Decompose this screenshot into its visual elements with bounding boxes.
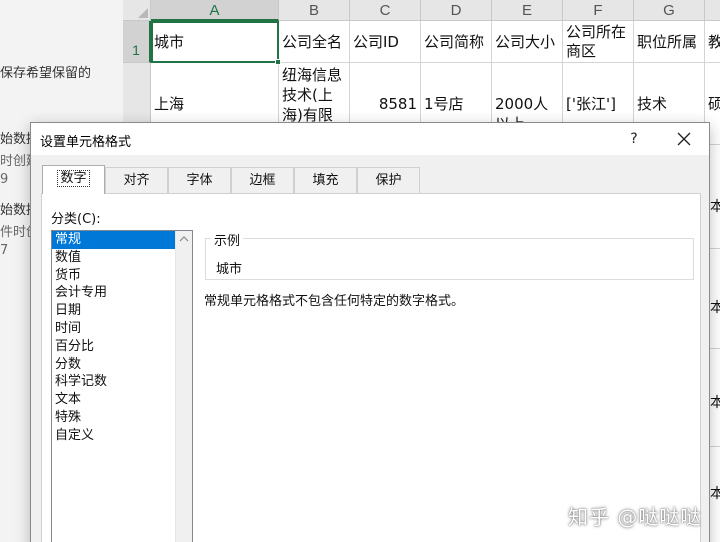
- number-tab-panel: 分类(C): 常规 数值 货币 会计专用 日期 时间 百分比 分数 科学记数 文…: [41, 193, 701, 542]
- category-item[interactable]: 百分比: [52, 338, 175, 356]
- tab-border[interactable]: 边框: [231, 167, 294, 193]
- column-header-b[interactable]: B: [279, 0, 350, 21]
- tab-label: 数字: [57, 170, 90, 187]
- cell-d1[interactable]: 公司简称: [421, 21, 492, 63]
- cell-f1[interactable]: 公司所在商区: [563, 21, 634, 63]
- close-icon: [677, 132, 691, 146]
- select-all-corner[interactable]: [123, 0, 151, 21]
- column-header-e[interactable]: E: [492, 0, 563, 21]
- dialog-title: 设置单元格格式: [40, 135, 132, 150]
- format-description: 常规单元格格式不包含任何特定的数字格式。: [204, 294, 465, 309]
- cell-c1[interactable]: 公司ID: [350, 21, 421, 63]
- cell-a1[interactable]: 城市: [151, 21, 279, 63]
- left-text-line: 保存希望保留的: [0, 66, 92, 81]
- sample-value: 城市: [216, 262, 243, 277]
- category-listbox[interactable]: 常规 数值 货币 会计专用 日期 时间 百分比 分数 科学记数 文本 特殊 自定…: [51, 230, 193, 542]
- tab-font[interactable]: 字体: [168, 167, 231, 193]
- cell-edge-text: 本: [710, 300, 720, 316]
- sample-groupbox: 示例 城市: [205, 230, 694, 280]
- watermark: 知乎 @哒哒哒: [568, 505, 702, 529]
- cell-edge-text: 本: [710, 486, 720, 502]
- category-label: 分类(C):: [51, 212, 101, 227]
- column-header-g[interactable]: G: [634, 0, 705, 21]
- category-item[interactable]: 常规: [52, 231, 175, 249]
- cell-edge-text: 本: [710, 395, 720, 411]
- format-cells-dialog: 设置单元格格式 ? 数字 对齐 字体 边框 填充 保护 分类(C): 常规 数值…: [30, 122, 710, 542]
- category-item[interactable]: 特殊: [52, 409, 175, 427]
- tab-alignment[interactable]: 对齐: [105, 167, 168, 193]
- scroll-up-arrow-icon: [179, 236, 189, 242]
- row-header-1[interactable]: 1: [123, 21, 151, 63]
- close-button[interactable]: [667, 127, 701, 151]
- cell-b1[interactable]: 公司全名: [279, 21, 350, 63]
- column-header-h[interactable]: [705, 0, 720, 21]
- tab-number[interactable]: 数字: [42, 165, 105, 194]
- category-item[interactable]: 货币: [52, 267, 175, 285]
- category-scrollbar[interactable]: [175, 231, 192, 542]
- category-item[interactable]: 日期: [52, 302, 175, 320]
- left-text-line: 7: [0, 243, 9, 258]
- left-text-line: 9: [0, 172, 9, 187]
- category-item[interactable]: 会计专用: [52, 284, 175, 302]
- category-item[interactable]: 时间: [52, 320, 175, 338]
- column-header-d[interactable]: D: [421, 0, 492, 21]
- category-item[interactable]: 科学记数: [52, 373, 175, 391]
- dialog-titlebar[interactable]: 设置单元格格式 ?: [31, 123, 709, 155]
- cell-e1[interactable]: 公司大小: [492, 21, 563, 63]
- category-item[interactable]: 分数: [52, 356, 175, 374]
- category-item[interactable]: 文本: [52, 391, 175, 409]
- sample-label: 示例: [211, 230, 244, 249]
- cell-g1[interactable]: 职位所属: [634, 21, 705, 63]
- cell-edge-text: 本: [710, 199, 720, 215]
- tab-fill[interactable]: 填充: [294, 167, 357, 193]
- select-all-triangle-icon: [138, 8, 148, 18]
- category-item[interactable]: 数值: [52, 249, 175, 267]
- cell-h1[interactable]: 教: [705, 21, 720, 63]
- tab-protection[interactable]: 保护: [357, 167, 420, 193]
- category-item[interactable]: 自定义: [52, 427, 175, 445]
- help-button[interactable]: ?: [619, 127, 649, 151]
- column-header-c[interactable]: C: [350, 0, 421, 21]
- column-header-a[interactable]: A: [151, 0, 279, 21]
- column-header-f[interactable]: F: [563, 0, 634, 21]
- scroll-up-button[interactable]: [176, 231, 192, 248]
